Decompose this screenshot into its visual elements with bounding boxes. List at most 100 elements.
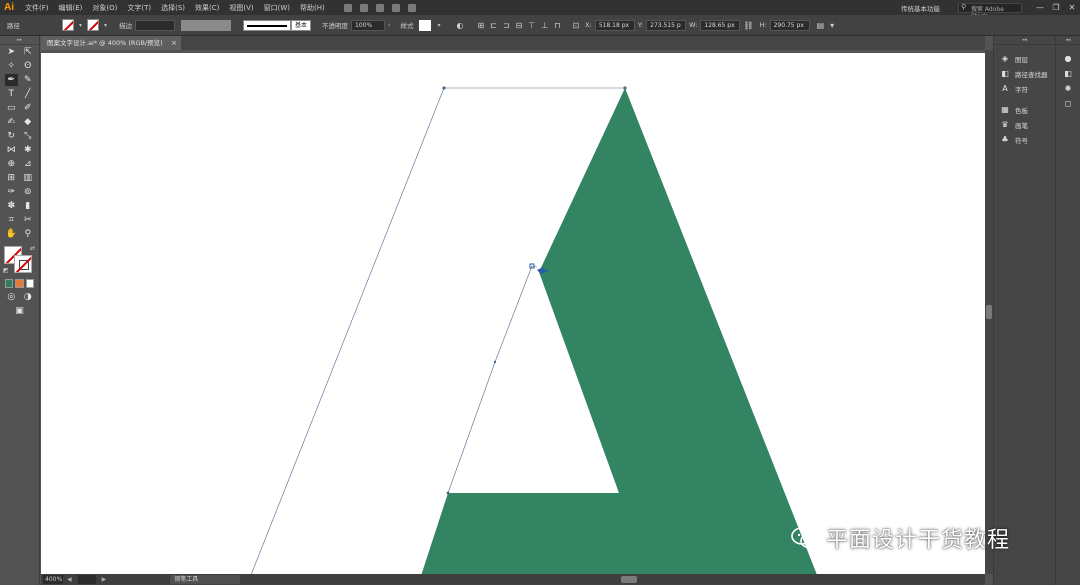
magic-wand-tool-icon[interactable]: ✧	[5, 60, 18, 72]
variable-width-profile[interactable]	[181, 19, 232, 31]
isolate-icon[interactable]: ▤	[814, 21, 828, 30]
align-left-icon[interactable]: ⊏	[487, 21, 500, 30]
anchor-point[interactable]	[623, 86, 627, 90]
hand-tool-icon[interactable]: ✋	[5, 228, 18, 240]
stroke-weight-field[interactable]	[135, 19, 176, 31]
stroke-label[interactable]: 描边	[116, 20, 135, 30]
artboard-number-field[interactable]	[77, 575, 96, 584]
swatches-panel-button[interactable]: ▦ 色板	[994, 102, 1055, 117]
menu-window[interactable]: 窗口(W)	[259, 3, 295, 13]
scale-tool-icon[interactable]: ⤡	[21, 130, 34, 142]
width-tool-icon[interactable]: ⋈	[5, 144, 18, 156]
symbols-panel-button[interactable]: ♣ 符号	[994, 132, 1055, 147]
curvature-tool-icon[interactable]: ✎	[21, 74, 34, 86]
grid-icon[interactable]	[375, 3, 384, 12]
width-field[interactable]: 128.65 px	[700, 19, 741, 31]
shape-builder-tool-icon[interactable]: ⊕	[5, 158, 18, 170]
minimize-button[interactable]: —	[1032, 3, 1048, 12]
rectangle-tool-icon[interactable]: ▭	[5, 102, 18, 114]
color-guide-icon[interactable]: ◧	[1056, 66, 1080, 81]
direct-selection-tool-icon[interactable]: ⇱	[21, 46, 34, 58]
panel-grip[interactable]: ◂◂	[1056, 36, 1080, 45]
graphic-style-swatch[interactable]	[419, 19, 432, 31]
opacity-field[interactable]: 100%	[351, 19, 386, 31]
character-panel-button[interactable]: A 字符	[994, 81, 1055, 96]
x-position-field[interactable]: 518.18 px	[594, 19, 635, 31]
stroke-swatch[interactable]	[87, 19, 100, 31]
panel-grip[interactable]: ◂◂	[994, 36, 1055, 45]
green-a-shape[interactable]	[418, 88, 821, 574]
draw-inside-icon[interactable]: ◑	[21, 291, 34, 303]
height-field[interactable]: 290.75 px	[769, 19, 810, 31]
menu-type[interactable]: 文字(T)	[122, 3, 156, 13]
stroke-style-field[interactable]: 基本	[291, 19, 312, 31]
panel-grip[interactable]: ▸▸	[0, 36, 39, 45]
horizontal-scroll-thumb[interactable]	[621, 576, 637, 583]
close-window-button[interactable]: ✕	[1064, 3, 1080, 12]
lasso-tool-icon[interactable]: ʘ	[21, 60, 34, 72]
chevron-down-icon[interactable]: ▾	[101, 22, 110, 29]
brush-icon[interactable]	[391, 3, 400, 12]
rotate-tool-icon[interactable]: ↻	[5, 130, 18, 142]
fill-swatch[interactable]	[62, 19, 74, 31]
maximize-button[interactable]: ❐	[1048, 3, 1064, 12]
blend-tool-icon[interactable]: ⊚	[21, 186, 34, 198]
pen-tool-icon[interactable]: ✒	[4, 74, 18, 86]
stroke-color-swatch[interactable]	[14, 255, 32, 273]
paintbrush-tool-icon[interactable]: ✐	[21, 102, 34, 114]
workspace-switcher[interactable]: 传统基本功能	[901, 3, 940, 13]
transparency-icon[interactable]: ◻	[1056, 96, 1080, 111]
puppet-warp-tool-icon[interactable]: ✱	[21, 144, 34, 156]
perspective-grid-tool-icon[interactable]: ⊿	[21, 158, 34, 170]
swap-fill-stroke-icon[interactable]: ⇄	[30, 245, 35, 252]
color-icon[interactable]: ●	[1056, 51, 1080, 66]
current-tool-status[interactable]: 钢笔工具	[170, 575, 241, 584]
align-right-icon[interactable]: ⊟	[513, 21, 526, 30]
y-position-field[interactable]: 273.515 p	[646, 19, 687, 31]
column-graph-tool-icon[interactable]: ▮	[21, 200, 34, 212]
pathfinder-panel-button[interactable]: ◧ 路径查找器	[994, 66, 1055, 81]
anchor-point[interactable]	[442, 86, 446, 90]
chevron-down-icon[interactable]: ▾	[76, 22, 85, 29]
screen-mode-icon[interactable]: ▣	[13, 305, 26, 317]
anchor-point[interactable]	[493, 360, 497, 364]
menu-object[interactable]: 对象(O)	[87, 3, 122, 13]
arrange-documents-icon[interactable]	[359, 3, 368, 12]
layers-panel-button[interactable]: ◈ 图层	[994, 51, 1055, 66]
gradient-mode-icon[interactable]	[15, 279, 24, 288]
next-artboard-button[interactable]: ▶	[98, 576, 111, 583]
selection-tool-icon[interactable]: ➤	[5, 46, 18, 58]
brushes-panel-button[interactable]: ♛ 画笔	[994, 117, 1055, 132]
vertical-scrollbar[interactable]	[985, 50, 993, 574]
zoom-tool-icon[interactable]: ⚲	[21, 228, 34, 240]
menu-effect[interactable]: 效果(C)	[190, 3, 224, 13]
artboard-tool-icon[interactable]: ⌗	[5, 214, 18, 226]
menu-view[interactable]: 视图(V)	[224, 3, 258, 13]
scroll-thumb[interactable]	[986, 305, 992, 319]
align-center-icon[interactable]: ⊐	[500, 21, 513, 30]
align-bottom-icon[interactable]: ⊓	[551, 21, 563, 30]
menu-file[interactable]: 文件(F)	[20, 3, 54, 13]
shaper-tool-icon[interactable]: ✍	[5, 116, 18, 128]
slice-tool-icon[interactable]: ✂	[21, 214, 34, 226]
mesh-tool-icon[interactable]: ⊞	[5, 172, 18, 184]
appearance-icon[interactable]: ✺	[1056, 81, 1080, 96]
close-tab-icon[interactable]: ×	[171, 36, 177, 50]
anchor-point[interactable]	[446, 491, 450, 495]
bridge-icon[interactable]	[343, 3, 352, 12]
opacity-label[interactable]: 不透明度	[319, 20, 351, 30]
menu-help[interactable]: 帮助(H)	[295, 3, 330, 13]
symbol-sprayer-tool-icon[interactable]: ✽	[5, 200, 18, 212]
pen-path-inner[interactable]	[447, 265, 538, 494]
chevron-right-icon[interactable]: ›	[385, 22, 393, 29]
stock-search-input[interactable]: 搜索 Adobe Stock	[958, 2, 1022, 20]
canvas-area[interactable]	[41, 50, 985, 574]
line-tool-icon[interactable]: ╱	[21, 88, 34, 100]
document-tab[interactable]: 图案文字设计.ai* @ 400% (RGB/预览) ×	[41, 36, 181, 50]
gradient-tool-icon[interactable]: ▥	[21, 172, 34, 184]
align-top-icon[interactable]: ⊤	[525, 21, 538, 30]
panel-menu-icon[interactable]: ▾	[827, 21, 837, 30]
zoom-level-field[interactable]: 400%	[43, 575, 63, 584]
transform-icon[interactable]: ⊡	[569, 21, 582, 30]
brush-definition[interactable]	[243, 19, 292, 31]
